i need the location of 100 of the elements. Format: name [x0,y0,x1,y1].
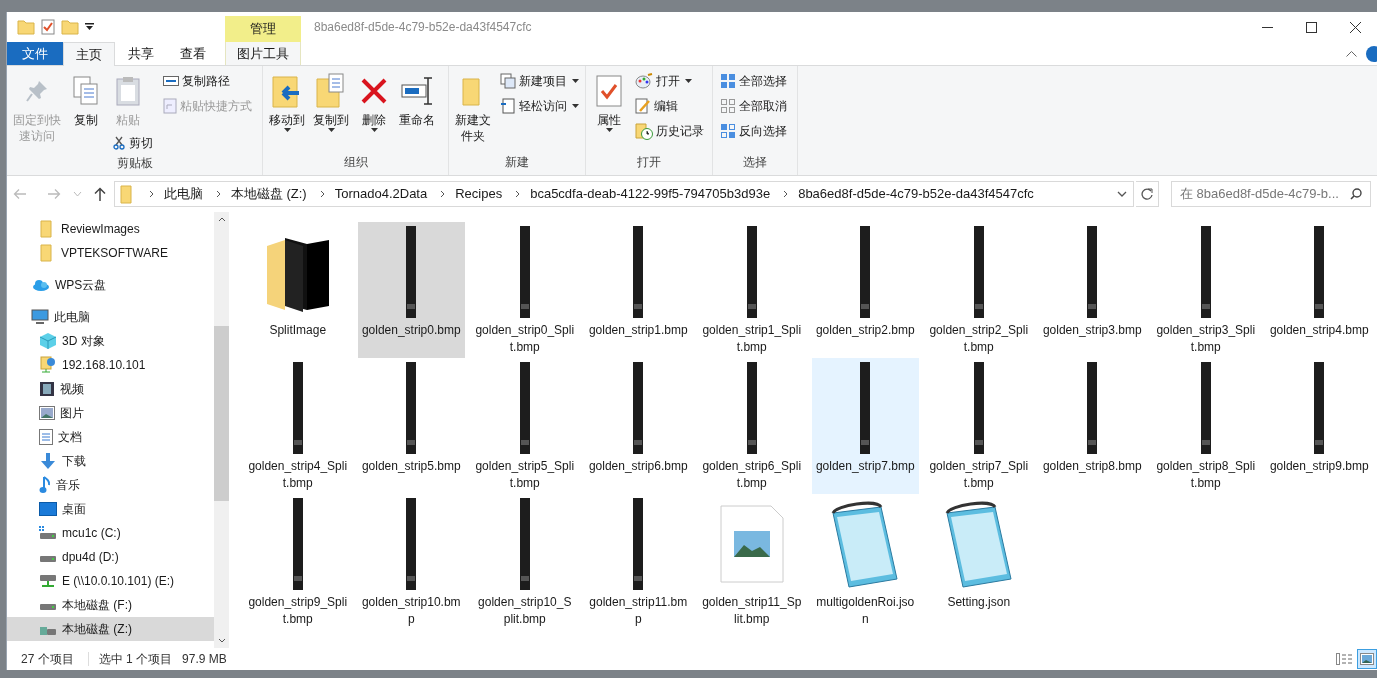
ribbon-tab[interactable]: 查看 [167,42,219,65]
sidebar-item[interactable]: 视频 [7,377,214,401]
copy-folder-icon [315,73,347,109]
ribbon-button[interactable]: 复制 [66,70,106,129]
file-item[interactable]: golden_strip3_Split.bmp [1152,222,1260,358]
file-item[interactable]: golden_strip6_Split.bmp [698,358,806,494]
sidebar-item[interactable]: VPTEKSOFTWARE [7,241,214,265]
ribbon-tab[interactable]: 图片工具 [225,42,301,65]
ribbon-tab[interactable]: 共享 [115,42,167,65]
address-bar[interactable]: 此电脑 本地磁盘 (Z:) Tornado4.2Data Recipes bca5cdfa-deab-4122-99f5-794705b3d93e 8ba6ed8f-d5de-4c79-b52e-da43f4547cfc [113,181,1134,207]
file-item[interactable]: golden_strip10.bmp [357,494,465,630]
chevron-right-icon [215,190,221,198]
file-item[interactable]: golden_strip10_Split.bmp [471,494,579,630]
ribbon-button[interactable]: 新建项目 [496,70,583,92]
file-item[interactable]: golden_strip0_Split.bmp [471,222,579,358]
selection-count: 选中 1 个项目 [98,651,173,668]
bitmap-thumbnail-icon [1199,226,1212,318]
file-item[interactable]: golden_strip5_Split.bmp [471,358,579,494]
ribbon-button[interactable]: 历史记录 [631,120,708,142]
ribbon-button[interactable]: 轻松访问 [496,95,583,117]
ribbon-button[interactable]: 全部取消 [716,95,791,117]
sidebar-item[interactable]: E (\\10.0.10.101) (E:) [7,569,214,593]
ribbon-button[interactable]: 复制路径 [159,70,234,92]
file-item[interactable]: golden_strip2_Split.bmp [925,222,1033,358]
sidebar-item[interactable]: mcu1c (C:) [7,521,214,545]
file-item[interactable]: golden_strip9.bmp [1265,358,1373,494]
ribbon-button[interactable]: 打开 [631,70,696,92]
sidebar-item[interactable]: 本地磁盘 (Z:) [7,617,214,641]
ribbon-button[interactable]: 剪切 [108,132,157,154]
file-item[interactable]: golden_strip0.bmp [357,222,465,358]
close-icon [1349,21,1361,33]
file-item[interactable]: golden_strip9_Split.bmp [244,494,352,630]
sidebar-item[interactable]: 下载 [7,449,214,473]
history-icon [635,122,653,140]
chevron-right-icon [148,190,154,198]
refresh-button[interactable] [1136,181,1159,207]
bitmap-thumbnail-icon [405,362,418,454]
bitmap-thumbnail-icon [1313,226,1326,318]
file-item[interactable]: golden_strip11_Split.bmp [698,494,806,630]
breadcrumb-link[interactable]: 8ba6ed8f-d5de-4c79-b52e-da43f4547cfc [798,184,1034,204]
up-icon[interactable] [93,187,106,201]
file-item[interactable]: golden_strip1_Split.bmp [698,222,806,358]
file-item[interactable]: golden_strip6.bmp [584,358,692,494]
ribbon-button[interactable]: 新建文件夹 [452,70,494,145]
file-item[interactable]: golden_strip8.bmp [1038,358,1146,494]
breadcrumb-link[interactable]: 此电脑 [163,184,203,204]
search-icon [1350,188,1362,200]
selection-size: 97.9 MB [182,651,227,668]
dropdown-icon[interactable] [85,23,94,31]
picture-icon [39,406,55,420]
ribbon-button[interactable]: 重命名 [396,70,438,129]
file-item[interactable]: SplitImage [244,222,352,358]
breadcrumb-link[interactable]: bca5cdfa-deab-4122-99f5-794705b3d93e [530,184,771,204]
file-item[interactable]: Setting.json [925,494,1033,630]
sidebar-item[interactable]: 192.168.10.101 [7,353,214,377]
file-item[interactable]: golden_strip4_Split.bmp [244,358,352,494]
sidebar-item[interactable]: 图片 [7,401,214,425]
file-item[interactable]: golden_strip4.bmp [1265,222,1373,358]
sidebar-item[interactable]: 文档 [7,425,214,449]
ribbon-button[interactable]: 属性 [589,70,629,133]
file-item[interactable]: golden_strip5.bmp [357,358,465,494]
breadcrumb-link[interactable]: Recipes [455,184,503,204]
ribbon-button[interactable]: 删除 [354,70,394,133]
breadcrumb-link[interactable]: Tornado4.2Data [334,184,428,204]
ribbon-button[interactable]: 移动到 [266,70,308,133]
chevron-right-icon [515,190,521,198]
ribbon-button[interactable]: 全部选择 [716,70,791,92]
breadcrumb-link[interactable]: 本地磁盘 (Z:) [230,184,307,204]
palette-icon [635,73,653,89]
ribbon-button[interactable]: 复制到 [310,70,352,133]
ribbon-tab[interactable]: 文件 [7,42,63,65]
bitmap-thumbnail-icon [518,498,531,590]
file-item[interactable]: golden_strip7_Split.bmp [925,358,1033,494]
ribbon-tab[interactable]: 主页 [63,42,115,66]
scrollbar-thumb[interactable] [214,326,229,501]
sidebar-item[interactable]: 本地磁盘 (F:) [7,593,214,617]
file-item[interactable]: golden_strip7.bmp [811,358,919,494]
sidebar-item[interactable]: 此电脑 [7,305,214,329]
sidebar-item[interactable]: 桌面 [7,497,214,521]
sidebar-item[interactable]: 3D 对象 [7,329,214,353]
file-item[interactable]: multigoldenRoi.json [811,494,919,630]
file-item[interactable]: golden_strip2.bmp [811,222,919,358]
file-item[interactable]: golden_strip11.bmp [584,494,692,630]
sidebar-item[interactable]: dpu4d (D:) [7,545,214,569]
file-item[interactable]: golden_strip8_Split.bmp [1152,358,1260,494]
search-field[interactable]: 在 8ba6ed8f-d5de-4c79-b... [1170,181,1371,207]
clipboard-icon [115,76,141,106]
scrollbar[interactable] [214,212,229,648]
sidebar-item[interactable]: 音乐 [7,473,214,497]
ribbon-button[interactable]: 编辑 [631,95,682,117]
file-item[interactable]: golden_strip3.bmp [1038,222,1146,358]
file-item[interactable]: golden_strip1.bmp [584,222,692,358]
view-button[interactable] [1357,649,1377,669]
collapse-ribbon-icon[interactable] [1346,50,1357,57]
ribbon-group-label: 打开 [637,154,661,171]
bitmap-thumbnail-icon [972,226,985,318]
sidebar-item[interactable]: WPS云盘 [7,273,214,297]
bitmap-thumbnail-icon [405,226,418,318]
ribbon-button[interactable]: 反向选择 [716,120,791,142]
sidebar-item[interactable]: ReviewImages [7,217,214,241]
